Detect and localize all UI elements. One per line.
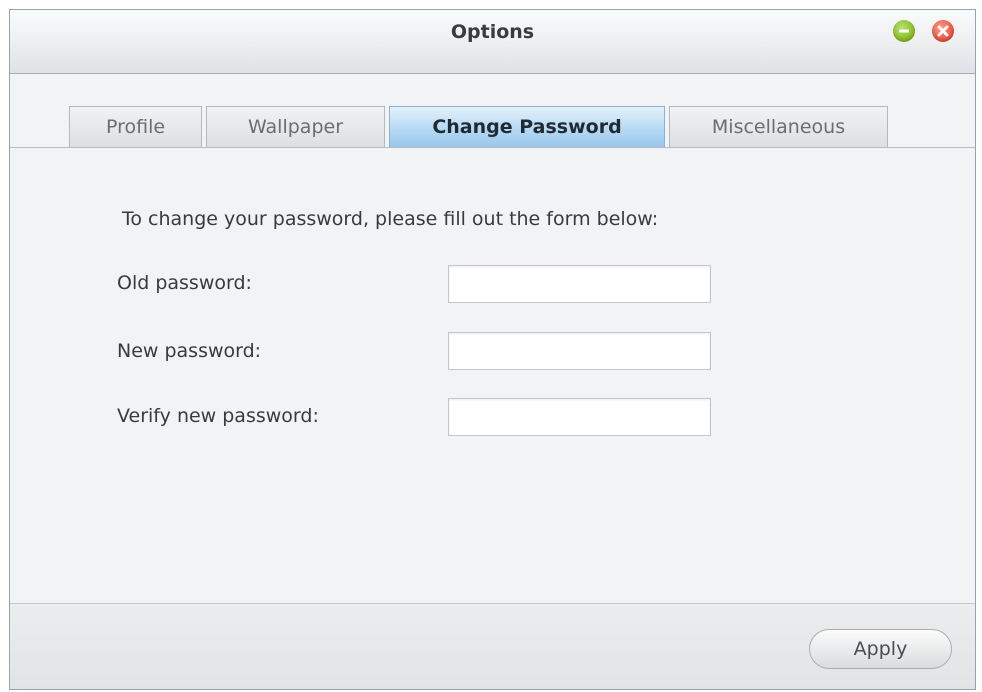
tab-miscellaneous[interactable]: Miscellaneous: [669, 106, 888, 148]
title-bar[interactable]: Options: [10, 10, 975, 74]
form-instructions: To change your password, please fill out…: [122, 208, 659, 230]
new-password-label: New password:: [117, 340, 262, 362]
minimize-button[interactable]: [893, 20, 915, 42]
close-button[interactable]: [932, 20, 954, 42]
tab-strip: Profile Wallpaper Change Password Miscel…: [10, 106, 975, 149]
old-password-label: Old password:: [117, 272, 252, 294]
tab-profile[interactable]: Profile: [69, 106, 202, 148]
tab-wallpaper[interactable]: Wallpaper: [206, 106, 385, 148]
tab-change-password[interactable]: Change Password: [389, 106, 665, 148]
verify-password-label: Verify new password:: [117, 405, 319, 427]
verify-password-input[interactable]: [448, 398, 711, 436]
dialog-footer: Apply: [10, 603, 975, 689]
old-password-input[interactable]: [448, 265, 711, 303]
change-password-panel: To change your password, please fill out…: [10, 148, 975, 603]
minimize-icon: [899, 29, 909, 33]
new-password-input[interactable]: [448, 332, 711, 370]
close-icon: [937, 25, 949, 37]
apply-button[interactable]: Apply: [809, 629, 952, 669]
options-dialog: Options Profile Wallpaper Change Passwor…: [9, 9, 976, 690]
dialog-title: Options: [450, 21, 535, 43]
